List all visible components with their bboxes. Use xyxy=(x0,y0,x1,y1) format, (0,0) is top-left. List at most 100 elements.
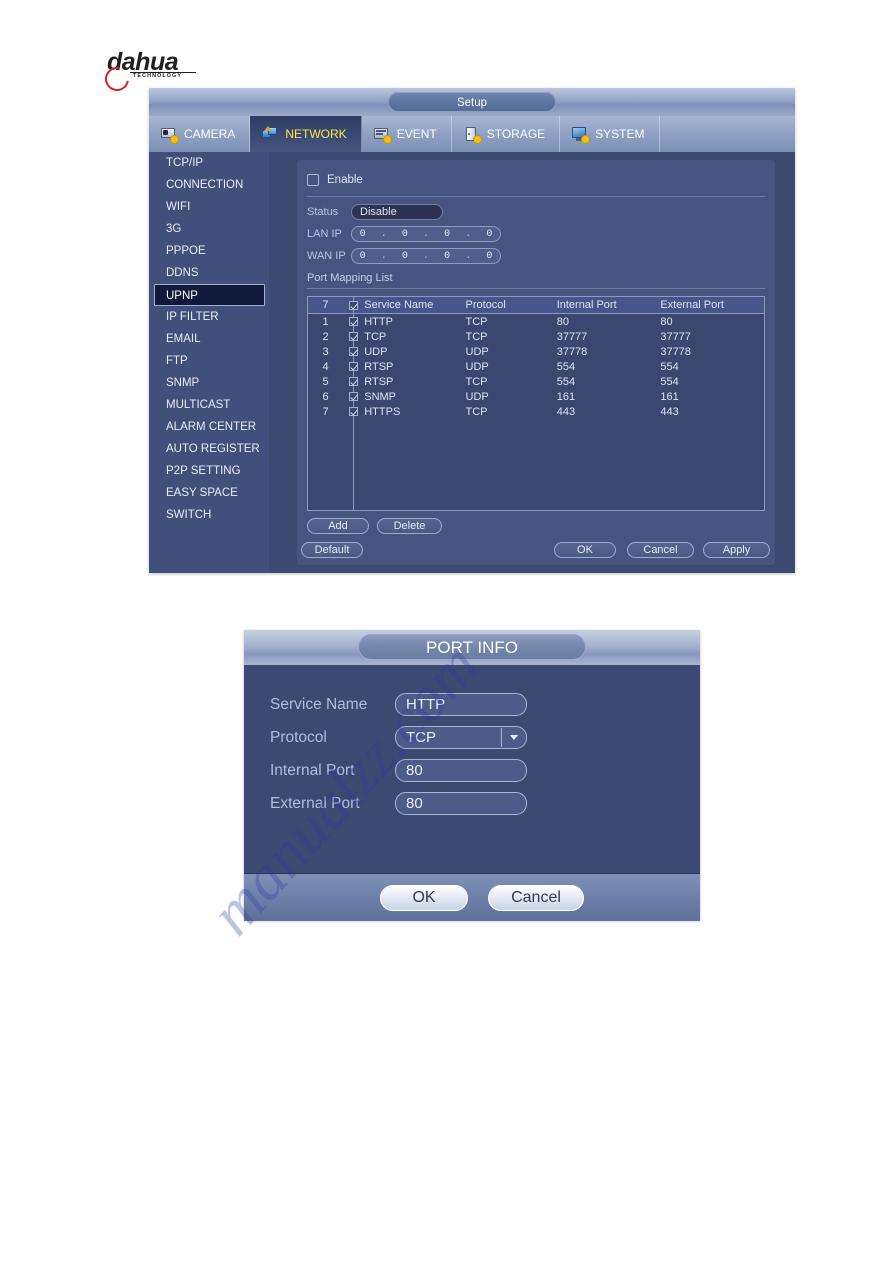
lan-ip-octet-1: 0 xyxy=(359,228,366,240)
sidebar-item-upnp[interactable]: UPNP xyxy=(154,284,265,306)
default-button[interactable]: Default xyxy=(301,542,363,558)
sidebar-item-snmp[interactable]: SNMP xyxy=(149,372,269,394)
row-external-port: 554 xyxy=(660,375,679,388)
sidebar-item-easy-space[interactable]: EASY SPACE xyxy=(149,482,269,504)
window-body: TCP/IP CONNECTION WIFI 3G PPPOE DDNS UPN… xyxy=(149,152,795,573)
dialog-service-name-row: Service Name HTTP xyxy=(270,693,527,716)
table-row[interactable]: 4 RTSP UDP 554 554 xyxy=(308,359,764,374)
table-row[interactable]: 2 TCP TCP 37777 37777 xyxy=(308,329,764,344)
port-mapping-table-wrap: 7 Service Name Protocol Internal Port Ex… xyxy=(307,296,765,511)
row-checkbox[interactable] xyxy=(349,407,359,416)
dialog-protocol-select[interactable]: TCP xyxy=(395,726,527,749)
header-service-name-label: Service Name xyxy=(364,299,434,311)
dialog-cancel-button[interactable]: Cancel xyxy=(488,885,584,911)
table-row[interactable]: 6 SNMP UDP 161 161 xyxy=(308,389,764,404)
row-service-name: HTTP xyxy=(343,314,465,330)
sidebar-item-ddns[interactable]: DDNS xyxy=(149,262,269,284)
row-protocol: TCP xyxy=(465,330,488,343)
dialog-protocol-row: Protocol TCP xyxy=(270,726,527,749)
sidebar-item-tcpip[interactable]: TCP/IP xyxy=(149,152,269,174)
sidebar-item-wifi[interactable]: WIFI xyxy=(149,196,269,218)
table-row[interactable]: 5 RTSP TCP 554 554 xyxy=(308,374,764,389)
sidebar-item-3g[interactable]: 3G xyxy=(149,218,269,240)
row-service-name: RTSP xyxy=(343,374,465,389)
tab-storage[interactable]: STORAGE xyxy=(452,116,561,152)
camera-icon xyxy=(161,127,179,144)
row-service-name: RTSP xyxy=(343,359,465,374)
cancel-button[interactable]: Cancel xyxy=(627,542,694,558)
header-external-port: External Port xyxy=(660,297,764,314)
wan-ip-sep-3: . xyxy=(465,250,472,262)
row-external-port: 37777 xyxy=(660,330,691,343)
lan-ip-input[interactable]: 0 . 0 . 0 . 0 xyxy=(351,226,501,242)
select-all-checkbox[interactable] xyxy=(349,300,359,310)
tab-camera[interactable]: CAMERA xyxy=(149,116,251,152)
port-mapping-list-label: Port Mapping List xyxy=(307,272,393,284)
enable-checkbox[interactable] xyxy=(307,174,319,186)
tab-storage-label: STORAGE xyxy=(486,127,546,141)
tab-system[interactable]: SYSTEM xyxy=(560,116,660,152)
header-count: 7 xyxy=(308,297,344,314)
wan-ip-input[interactable]: 0 . 0 . 0 . 0 xyxy=(351,248,501,264)
row-internal-port: 161 xyxy=(556,390,576,403)
logo-sub-text: TECHNOLOGY xyxy=(133,73,183,79)
header-internal-port: Internal Port xyxy=(556,297,661,314)
dialog-internal-port-input[interactable]: 80 xyxy=(395,759,527,782)
system-icon xyxy=(572,126,591,144)
wan-ip-sep-2: . xyxy=(422,250,429,262)
sidebar-item-pppoe[interactable]: PPPOE xyxy=(149,240,269,262)
header-service-name: Service Name xyxy=(343,297,466,314)
row-external-port: 161 xyxy=(660,390,679,403)
table-row[interactable]: 3 UDP UDP 37778 37778 xyxy=(308,344,764,359)
sidebar-item-auto-register[interactable]: AUTO REGISTER xyxy=(149,438,269,460)
apply-button[interactable]: Apply xyxy=(703,542,770,558)
sidebar-item-ip-filter[interactable]: IP FILTER xyxy=(149,306,269,328)
dialog-ok-button[interactable]: OK xyxy=(380,885,468,911)
tab-network[interactable]: NETWORK xyxy=(250,116,362,152)
table-row[interactable]: 7 HTTPS TCP 443 443 xyxy=(308,404,764,419)
row-protocol: UDP xyxy=(465,390,489,403)
dialog-external-port-input[interactable]: 80 xyxy=(395,792,527,815)
enable-row[interactable]: Enable xyxy=(307,174,363,186)
ok-button[interactable]: OK xyxy=(554,542,616,558)
row-service-name: SNMP xyxy=(343,389,465,404)
row-checkbox[interactable] xyxy=(349,347,359,356)
lan-ip-octet-4: 0 xyxy=(486,228,493,240)
sidebar-item-connection[interactable]: CONNECTION xyxy=(149,174,269,196)
sidebar-item-multicast[interactable]: MULTICAST xyxy=(149,394,269,416)
dialog-title-bar: PORT INFO xyxy=(244,630,700,665)
lan-ip-sep-1: . xyxy=(380,228,387,240)
table-row[interactable]: 1 HTTP TCP 80 80 xyxy=(308,314,764,330)
lan-ip-sep-3: . xyxy=(465,228,472,240)
row-external-port: 37778 xyxy=(660,345,691,358)
row-index: 1 xyxy=(322,315,329,328)
row-internal-port: 37778 xyxy=(556,345,588,358)
row-external-port: 443 xyxy=(660,405,679,418)
row-checkbox[interactable] xyxy=(349,392,359,401)
row-checkbox[interactable] xyxy=(349,332,359,341)
dialog-service-name-input[interactable]: HTTP xyxy=(395,693,527,716)
wan-ip-octet-3: 0 xyxy=(444,250,451,262)
sidebar-item-alarm-center[interactable]: ALARM CENTER xyxy=(149,416,269,438)
row-checkbox[interactable] xyxy=(349,377,359,386)
tab-event[interactable]: EVENT xyxy=(362,116,452,152)
sidebar-item-p2p-setting[interactable]: P2P SETTING xyxy=(149,460,269,482)
row-protocol: UDP xyxy=(465,345,489,358)
sidebar-item-ftp[interactable]: FTP xyxy=(149,350,269,372)
chevron-down-icon[interactable] xyxy=(501,728,525,747)
event-icon xyxy=(373,127,392,144)
row-internal-port: 80 xyxy=(556,315,569,328)
dialog-internal-port-label: Internal Port xyxy=(270,761,355,779)
add-button[interactable]: Add xyxy=(307,518,369,534)
row-external-port: 554 xyxy=(660,360,679,373)
sidebar-item-email[interactable]: EMAIL xyxy=(149,328,269,350)
row-checkbox[interactable] xyxy=(349,362,359,371)
dialog-title: PORT INFO xyxy=(358,634,586,660)
sidebar-item-switch[interactable]: SWITCH xyxy=(149,504,269,526)
tab-network-label: NETWORK xyxy=(285,127,347,141)
delete-button[interactable]: Delete xyxy=(377,518,442,534)
upnp-content-panel: Enable Status Disable LAN IP 0 . 0 . 0 .… xyxy=(297,160,775,565)
row-internal-port: 554 xyxy=(556,360,576,373)
row-checkbox[interactable] xyxy=(349,317,359,326)
dialog-external-port-label: External Port xyxy=(270,794,360,812)
